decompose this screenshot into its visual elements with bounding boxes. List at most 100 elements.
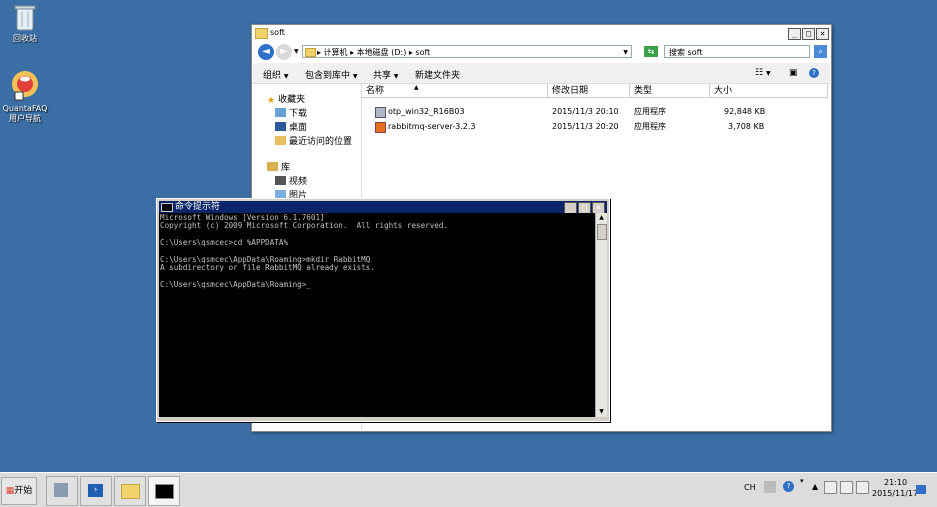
table-row[interactable]: rabbitmq-server-3.2.3 2015/11/3 20:20 应用… <box>362 121 828 134</box>
exe-icon <box>375 122 386 133</box>
address-box[interactable]: ▸ 计算机 ▸ 本地磁盘 (D:) ▸ soft ▼ <box>302 45 632 58</box>
network-icon[interactable] <box>840 481 853 494</box>
maximize-button[interactable]: □ <box>802 28 815 40</box>
scroll-down-icon[interactable]: ▼ <box>596 407 607 417</box>
language-indicator[interactable]: CH <box>744 483 756 492</box>
taskbar-explorer[interactable] <box>114 476 146 506</box>
nav-videos[interactable]: 视频 <box>275 174 307 187</box>
cmd-line: C:\Users\qsmcec>cd %APPDATA% <box>160 238 289 248</box>
nav-libraries[interactable]: 库 <box>267 160 290 173</box>
search-input[interactable]: 搜索 soft <box>664 45 810 58</box>
videos-icon <box>275 176 286 185</box>
refresh-button[interactable]: ⇆ <box>644 46 658 57</box>
back-button[interactable]: ◄ <box>258 44 274 60</box>
scroll-thumb[interactable] <box>597 224 607 240</box>
quantafaq-label: QuantaFAQ用户导航 <box>2 104 48 123</box>
column-modified[interactable]: 修改日期 <box>548 84 630 98</box>
file-modified: 2015/11/3 20:20 <box>552 122 619 131</box>
column-name[interactable]: 名称 ▲ <box>362 84 548 98</box>
cmd-titlebar[interactable]: 命令提示符 _ □ × <box>159 201 607 214</box>
keyboard-icon[interactable] <box>764 481 776 493</box>
address-part-computer[interactable]: 计算机 <box>324 48 348 57</box>
command-bar: 组织 ▼ 包含到库中 ▼ 共享 ▼ 新建文件夹 ☷ ▼ ▣ ? <box>253 63 830 84</box>
column-size[interactable]: 大小 <box>710 84 828 98</box>
address-bar-row: ◄ ► ▼ ▸ 计算机 ▸ 本地磁盘 (D:) ▸ soft ▼ ⇆ 搜索 so… <box>254 43 829 61</box>
address-part-soft[interactable]: soft <box>415 48 430 57</box>
file-modified: 2015/11/3 20:10 <box>552 107 619 116</box>
show-desktop-icon[interactable] <box>916 485 926 494</box>
nav-favorites[interactable]: ★ 收藏夹 <box>267 92 305 106</box>
explorer-titlebar[interactable]: soft _ □ × <box>252 25 831 41</box>
cmd-window[interactable]: 命令提示符 _ □ × Microsoft Windows [Version 6… <box>156 198 610 422</box>
recycle-bin-label: 回收站 <box>13 34 37 43</box>
folder-icon <box>255 28 268 39</box>
scroll-up-icon[interactable]: ▲ <box>596 213 607 223</box>
help-icon[interactable]: ? <box>783 481 794 492</box>
nav-desktop[interactable]: 桌面 <box>275 120 307 133</box>
quantafaq-icon <box>9 70 41 102</box>
cmd-icon <box>161 203 173 212</box>
file-size: 3,708 KB <box>728 122 765 131</box>
search-icon[interactable]: ⌕ <box>814 45 827 58</box>
server-manager-icon <box>54 483 68 497</box>
taskbar-server-manager[interactable] <box>46 476 78 506</box>
table-row[interactable]: otp_win32_R16B03 2015/11/3 20:10 应用程序 92… <box>362 106 828 119</box>
windows-logo-icon: ▦ <box>5 486 15 496</box>
file-size: 92,848 KB <box>724 107 766 116</box>
volume-icon[interactable] <box>856 481 869 494</box>
star-icon: ★ <box>267 96 276 106</box>
cmd-icon <box>155 484 174 499</box>
chevron-down-icon: ▼ <box>283 73 289 80</box>
chevron-down-icon: ▼ <box>393 73 399 80</box>
share-menu[interactable]: 共享 ▼ <box>373 68 399 81</box>
help-icon[interactable]: ? <box>809 68 819 78</box>
recycle-bin-icon <box>14 4 36 32</box>
new-folder-button[interactable]: 新建文件夹 <box>415 68 460 81</box>
explorer-title: soft <box>270 28 285 37</box>
recent-places-icon <box>275 136 286 145</box>
file-type: 应用程序 <box>634 107 666 116</box>
downloads-icon <box>275 108 286 117</box>
view-options-icon[interactable]: ☷ ▼ <box>755 68 771 78</box>
chevron-down-icon: ▼ <box>352 73 358 80</box>
cmd-line: C:\Users\qsmcec\AppData\Roaming>_ <box>160 280 311 290</box>
options-icon[interactable]: ▾ <box>800 477 804 485</box>
sort-up-icon: ▲ <box>414 84 419 91</box>
start-button[interactable]: ▦开始 <box>1 477 37 505</box>
address-folder-icon <box>305 48 316 57</box>
desktop-icon <box>275 122 286 131</box>
exe-icon <box>375 107 386 118</box>
action-center-icon[interactable] <box>824 481 837 494</box>
preview-pane-icon[interactable]: ▣ <box>789 68 798 78</box>
taskbar-cmd[interactable] <box>148 476 180 506</box>
taskbar: ▦开始 › CH ? ▾ ▲ 21:10 2015/11/17 <box>0 472 937 507</box>
clock-time[interactable]: 21:10 <box>884 478 907 487</box>
cmd-output[interactable]: Microsoft Windows [Version 6.1.7601] Copy… <box>159 213 595 417</box>
history-dropdown-icon[interactable]: ▼ <box>294 48 299 55</box>
forward-button[interactable]: ► <box>276 44 292 60</box>
show-hidden-icons[interactable]: ▲ <box>812 482 818 491</box>
cmd-line: A subdirectory or file RabbitMQ already … <box>160 263 375 273</box>
column-type[interactable]: 类型 <box>630 84 710 98</box>
file-name: otp_win32_R16B03 <box>388 107 465 116</box>
file-name: rabbitmq-server-3.2.3 <box>388 122 476 131</box>
clock-date[interactable]: 2015/11/17 <box>872 489 918 498</box>
include-in-library-menu[interactable]: 包含到库中 ▼ <box>305 68 358 81</box>
address-dropdown-icon[interactable]: ▼ <box>623 46 628 59</box>
cmd-line: Copyright (c) 2009 Microsoft Corporation… <box>160 221 449 231</box>
library-icon <box>267 162 278 171</box>
cmd-scrollbar[interactable]: ▲ ▼ <box>595 213 607 417</box>
address-part-drive[interactable]: 本地磁盘 (D:) <box>357 48 407 57</box>
nav-recent[interactable]: 最近访问的位置 <box>275 134 352 147</box>
minimize-button[interactable]: _ <box>788 28 801 40</box>
organize-menu[interactable]: 组织 ▼ <box>263 68 289 81</box>
desktop-icon-recycle-bin[interactable]: 回收站 <box>0 4 57 44</box>
powershell-icon: › <box>88 484 103 497</box>
taskbar-powershell[interactable]: › <box>80 476 112 506</box>
desktop-icon-quantafaq[interactable]: QuantaFAQ用户导航 <box>0 70 57 124</box>
folder-icon <box>121 484 140 499</box>
cmd-title: 命令提示符 <box>175 202 221 212</box>
nav-downloads[interactable]: 下载 <box>275 106 307 119</box>
file-type: 应用程序 <box>634 122 666 131</box>
close-button[interactable]: × <box>816 28 829 40</box>
